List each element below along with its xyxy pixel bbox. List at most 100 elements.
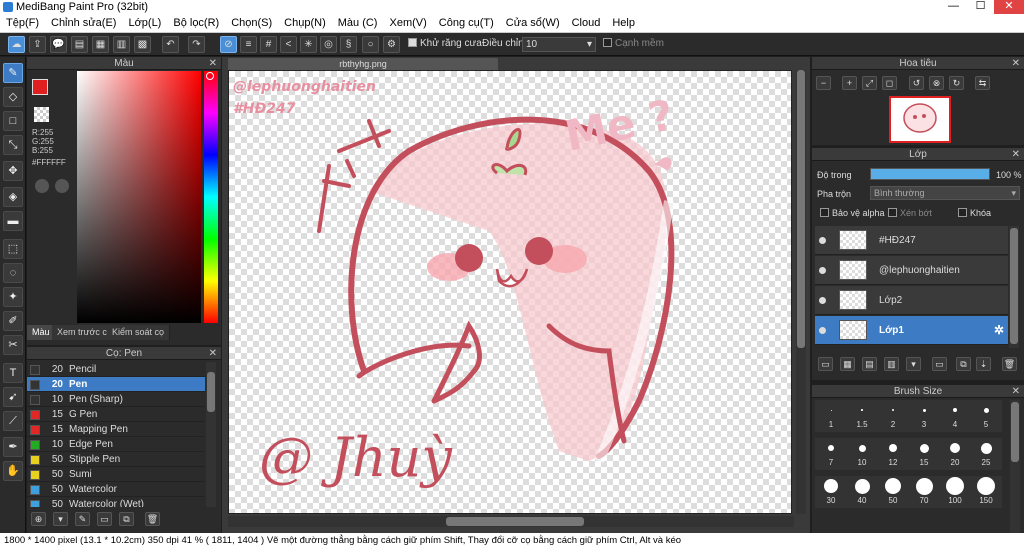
- brush-folder-icon[interactable]: ▭: [97, 512, 112, 526]
- hand-tool-icon[interactable]: ✋: [3, 461, 23, 481]
- brush-size-cell[interactable]: 4: [939, 400, 971, 432]
- text-tool-icon[interactable]: T: [3, 363, 23, 383]
- layer-folder-icon[interactable]: ▭: [932, 357, 947, 371]
- redo-icon[interactable]: ↷: [188, 36, 205, 53]
- maximize-button[interactable]: ☐: [967, 0, 994, 14]
- primary-color-swatch[interactable]: [32, 79, 48, 95]
- brush-size-scroll-thumb[interactable]: [1011, 402, 1019, 462]
- vanish-snap-icon[interactable]: <: [280, 36, 297, 53]
- soft-edge-checkbox[interactable]: [603, 38, 612, 47]
- layer-menu-icon[interactable]: ▾: [906, 357, 921, 371]
- layer-duplicate-icon[interactable]: ⧉: [956, 357, 971, 371]
- zoom-out-icon[interactable]: −: [816, 76, 831, 90]
- brush-size-cell[interactable]: 50: [877, 476, 909, 508]
- color-saturation-square[interactable]: [77, 71, 201, 323]
- brush-item[interactable]: 15 G Pen: [27, 407, 205, 422]
- layer-merge-icon[interactable]: ⇣: [976, 357, 991, 371]
- gradient-tool-icon[interactable]: ▬: [3, 211, 23, 231]
- drawing-canvas[interactable]: Me ? @ Jhuỳ @lephuonghaitien #HĐ247: [228, 70, 792, 514]
- navigator-preview[interactable]: [889, 96, 951, 143]
- brush-add-icon[interactable]: ⊕: [31, 512, 46, 526]
- gear-icon[interactable]: ✲: [994, 323, 1004, 337]
- share-icon[interactable]: ⇪: [29, 36, 46, 53]
- page-icon[interactable]: ▦: [92, 36, 109, 53]
- eye-icon[interactable]: [819, 237, 826, 244]
- layer-scrollbar[interactable]: [1009, 226, 1019, 348]
- eyedropper-icon[interactable]: ✒: [3, 437, 23, 457]
- brush-item[interactable]: 50 Watercolor (Wet): [27, 497, 205, 507]
- eye-icon[interactable]: [819, 297, 826, 304]
- soft-edge-toggle[interactable]: Cạnh mềm: [603, 38, 664, 49]
- brush-size-cell[interactable]: 15: [908, 438, 940, 470]
- brush-size-cell[interactable]: 3: [908, 400, 940, 432]
- operation-tool-icon[interactable]: ➹: [3, 387, 23, 407]
- tab-brush-control[interactable]: Kiểm soát cọ: [107, 325, 171, 340]
- opacity-slider[interactable]: [870, 168, 990, 180]
- menu-window[interactable]: Cửa sổ(W): [500, 15, 566, 29]
- brush-size-scrollbar[interactable]: [1010, 400, 1020, 533]
- canvas-hscroll[interactable]: [228, 516, 794, 527]
- gear-icon[interactable]: ⚙: [383, 36, 400, 53]
- minimize-button[interactable]: —: [940, 0, 967, 14]
- snap-settings-icon[interactable]: ○: [362, 36, 379, 53]
- eye-icon[interactable]: [819, 327, 826, 334]
- grid-icon[interactable]: ▩: [134, 36, 151, 53]
- panel-close-icon[interactable]: ✕: [1012, 385, 1020, 398]
- brush-size-cell[interactable]: 70: [908, 476, 940, 508]
- menu-view[interactable]: Xem(V): [383, 15, 432, 29]
- reset-rotation-icon[interactable]: ⊗: [929, 76, 944, 90]
- layer-scroll-thumb[interactable]: [1010, 228, 1018, 344]
- protect-alpha-checkbox[interactable]: [820, 208, 829, 217]
- brush-copy-icon[interactable]: ⧉: [119, 512, 134, 526]
- select-tool-icon[interactable]: ⬚: [3, 239, 23, 259]
- actual-size-icon[interactable]: ◻: [882, 76, 897, 90]
- brush-item[interactable]: 50 Sumi: [27, 467, 205, 482]
- divide-tool-icon[interactable]: ⟋: [3, 411, 23, 431]
- panel-close-icon[interactable]: ✕: [1012, 57, 1020, 70]
- line-tool-icon[interactable]: ⤡: [3, 135, 23, 155]
- circle-snap-icon[interactable]: ◎: [320, 36, 337, 53]
- cloud-icon[interactable]: ☁: [8, 36, 25, 53]
- fill-tool-icon[interactable]: ◈: [3, 187, 23, 207]
- blend-select[interactable]: Bình thường ▾: [870, 186, 1020, 200]
- transparent-swatch[interactable]: [34, 107, 49, 122]
- brush-item[interactable]: 20 Pencil: [27, 362, 205, 377]
- curve-snap-icon[interactable]: §: [340, 36, 357, 53]
- move-tool-icon[interactable]: ✥: [3, 161, 23, 181]
- canvas-vscroll-thumb[interactable]: [797, 70, 805, 348]
- brush-tool-icon[interactable]: ✎: [3, 63, 23, 83]
- snap-off-icon[interactable]: ⊘: [220, 36, 237, 53]
- brush-size-cell[interactable]: 12: [877, 438, 909, 470]
- brush-size-cell[interactable]: 1.5: [846, 400, 878, 432]
- palette-icon[interactable]: [35, 179, 49, 193]
- brush-size-cell[interactable]: 30: [815, 476, 847, 508]
- adjust-select[interactable]: 10 ▾: [522, 37, 596, 52]
- brush-menu-icon[interactable]: ▾: [53, 512, 68, 526]
- eye-icon[interactable]: [819, 267, 826, 274]
- panel-close-icon[interactable]: ✕: [209, 57, 217, 70]
- undo-icon[interactable]: ↶: [162, 36, 179, 53]
- brush-size-cell[interactable]: 5: [970, 400, 1002, 432]
- new-layer-icon[interactable]: ▭: [818, 357, 833, 371]
- brush-trash-icon[interactable]: 🗑: [145, 512, 160, 526]
- new-8bit-layer-icon[interactable]: ▤: [862, 357, 877, 371]
- brush-size-cell[interactable]: 100: [939, 476, 971, 508]
- antialias-checkbox[interactable]: [408, 38, 417, 47]
- fit-icon[interactable]: ⤢: [862, 76, 877, 90]
- flip-icon[interactable]: ⇆: [975, 76, 990, 90]
- brush-item[interactable]: 15 Mapping Pen: [27, 422, 205, 437]
- panel-icon[interactable]: ▥: [113, 36, 130, 53]
- brush-scroll-thumb[interactable]: [207, 372, 215, 412]
- menu-color[interactable]: Màu (C): [332, 15, 384, 29]
- lock-toggle[interactable]: Khóa: [958, 208, 991, 218]
- brush-item[interactable]: 10 Pen (Sharp): [27, 392, 205, 407]
- hue-slider[interactable]: [204, 71, 218, 323]
- select-eraser-icon[interactable]: ✂: [3, 335, 23, 355]
- menu-edit[interactable]: Chỉnh sửa(E): [45, 15, 122, 29]
- clip-toggle[interactable]: Xén bớt: [888, 208, 932, 218]
- brush-edit-icon[interactable]: ✎: [75, 512, 90, 526]
- menu-tools[interactable]: Công cụ(T): [433, 15, 500, 29]
- document-tab[interactable]: rbthyhg.png: [228, 58, 498, 70]
- panel-close-icon[interactable]: ✕: [1012, 148, 1020, 161]
- brush-size-cell[interactable]: 150: [970, 476, 1002, 508]
